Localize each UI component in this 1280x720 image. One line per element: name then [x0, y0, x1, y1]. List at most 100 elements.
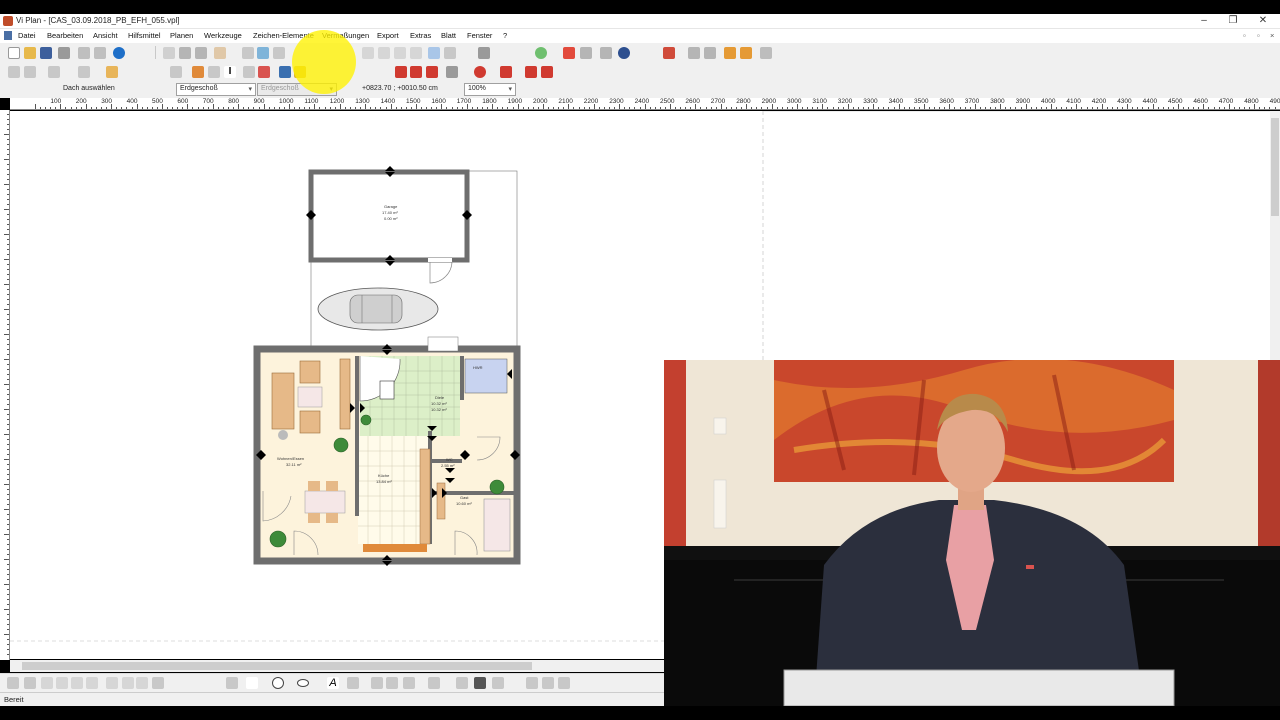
grid-icon[interactable] [78, 66, 90, 78]
snap-point-icon[interactable] [273, 47, 285, 59]
vertical-scroll-thumb[interactable] [1271, 118, 1279, 216]
zoom-window-icon[interactable] [179, 47, 191, 59]
align-icon[interactable] [456, 677, 468, 689]
column-icon[interactable] [192, 66, 204, 78]
print-icon[interactable] [58, 47, 70, 59]
ellipse-icon[interactable] [297, 679, 309, 687]
group-icon[interactable] [558, 677, 570, 689]
menu-ansicht[interactable]: Ansicht [93, 31, 118, 40]
menu-werkzeuge[interactable]: Werkzeuge [204, 31, 242, 40]
truss-2-icon[interactable] [410, 66, 422, 78]
select-arrow-icon[interactable] [428, 47, 440, 59]
marker-2-icon[interactable] [541, 66, 553, 78]
pen-icon[interactable] [688, 47, 700, 59]
paint-icon[interactable] [663, 47, 675, 59]
paste-icon[interactable] [94, 47, 106, 59]
chain-icon[interactable] [542, 677, 554, 689]
pencil-icon[interactable] [704, 47, 716, 59]
dimension-icon[interactable] [428, 677, 440, 689]
measure-icon[interactable] [580, 47, 592, 59]
save-icon[interactable] [40, 47, 52, 59]
mdi-close-icon[interactable]: × [1270, 31, 1274, 40]
snap-grid-icon[interactable] [257, 47, 269, 59]
layers-icon[interactable] [242, 47, 254, 59]
module-icon[interactable] [760, 47, 772, 59]
open-folder-icon[interactable] [24, 47, 36, 59]
beam-icon[interactable] [208, 66, 220, 78]
table-icon[interactable] [740, 47, 752, 59]
car-object[interactable] [317, 287, 439, 331]
truss-icon[interactable] [395, 66, 407, 78]
opening-tool-icon[interactable] [410, 47, 422, 59]
fill-icon[interactable] [446, 66, 458, 78]
edit-tool-icon[interactable] [444, 47, 456, 59]
block-icon[interactable] [474, 677, 486, 689]
copy-icon[interactable] [78, 47, 90, 59]
color-fill-icon[interactable] [500, 66, 512, 78]
mdi-minimize-icon[interactable]: ▫ [1243, 31, 1246, 40]
menu-bearbeiten[interactable]: Bearbeiten [47, 31, 83, 40]
extend-icon[interactable] [122, 677, 134, 689]
menu-hilfsmittel[interactable]: Hilfsmittel [128, 31, 161, 40]
stair-icon[interactable] [170, 66, 182, 78]
corner-icon[interactable] [136, 677, 148, 689]
new-file-icon[interactable] [8, 47, 20, 59]
car-object-icon[interactable] [478, 47, 490, 59]
delete-icon[interactable] [563, 47, 575, 59]
line-icon[interactable] [246, 677, 258, 689]
roof-icon[interactable] [48, 66, 60, 78]
marker-icon[interactable] [525, 66, 537, 78]
text-cursor-icon[interactable]: I [224, 66, 236, 78]
options-icon[interactable] [492, 677, 504, 689]
hatch-tool-icon[interactable] [371, 677, 383, 689]
clipboard-icon[interactable] [600, 47, 612, 59]
move-icon[interactable] [41, 677, 53, 689]
pan-hand-icon[interactable] [214, 47, 226, 59]
floor-select[interactable]: Erdgeschoß ▾ [176, 83, 256, 96]
house-icon[interactable] [24, 66, 36, 78]
fill-tool-icon[interactable] [386, 677, 398, 689]
horizontal-scroll-thumb[interactable] [22, 662, 532, 670]
menu-planen[interactable]: Planen [170, 31, 193, 40]
circle-icon[interactable] [272, 677, 284, 689]
arc-icon[interactable] [347, 677, 359, 689]
door-tool-icon[interactable] [394, 47, 406, 59]
info-icon[interactable] [113, 47, 125, 59]
window-tool-icon[interactable] [378, 47, 390, 59]
menu-fenster[interactable]: Fenster [467, 31, 492, 40]
menu-export[interactable]: Export [377, 31, 399, 40]
doc-menu-icon[interactable] [4, 31, 12, 40]
select-rect-icon[interactable] [8, 66, 20, 78]
euro-cost-icon[interactable] [618, 47, 630, 59]
menu-help[interactable]: ? [503, 31, 507, 40]
scale-icon[interactable] [86, 677, 98, 689]
trim-icon[interactable] [106, 677, 118, 689]
truss-3-icon[interactable] [426, 66, 438, 78]
home-view-icon[interactable] [106, 66, 118, 78]
page-view-icon[interactable] [163, 47, 175, 59]
text-tool-icon[interactable]: A [327, 677, 339, 689]
menu-extras[interactable]: Extras [410, 31, 431, 40]
menu-datei[interactable]: Datei [18, 31, 36, 40]
rotate-icon[interactable] [56, 677, 68, 689]
color-red-icon[interactable] [474, 66, 486, 78]
minimize-button[interactable]: – [1196, 15, 1212, 27]
select-icon[interactable] [7, 677, 19, 689]
mdi-restore-icon[interactable]: ▫ [1257, 31, 1260, 40]
wall-tool-icon[interactable] [362, 47, 374, 59]
report-icon[interactable] [724, 47, 736, 59]
link-icon[interactable] [526, 677, 538, 689]
cube-icon[interactable] [279, 66, 291, 78]
target-icon[interactable] [535, 47, 547, 59]
mirror-icon[interactable] [71, 677, 83, 689]
house-floor-plan[interactable] [253, 336, 521, 565]
texture-icon[interactable] [258, 66, 270, 78]
symbol-icon[interactable] [243, 66, 255, 78]
zoom-select[interactable]: 100% ▾ [464, 83, 516, 96]
menu-blatt[interactable]: Blatt [441, 31, 456, 40]
zoom-out-icon[interactable] [195, 47, 207, 59]
restore-button[interactable]: ❐ [1225, 15, 1241, 27]
polyline-icon[interactable] [403, 677, 415, 689]
close-button[interactable]: ✕ [1255, 15, 1271, 27]
offset-icon[interactable] [152, 677, 164, 689]
